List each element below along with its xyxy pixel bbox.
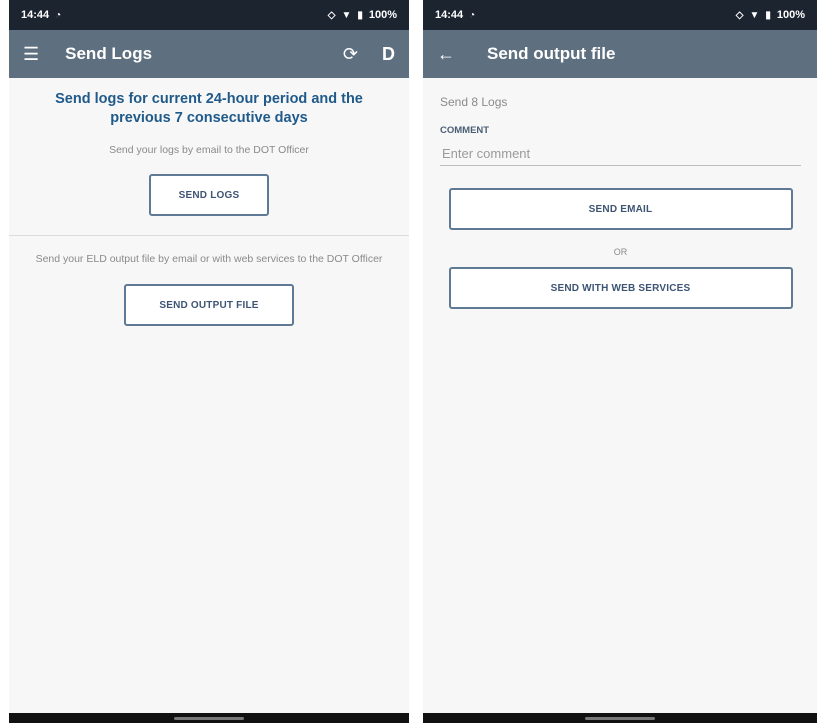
status-bar: 14:44 ◔ ◇ ▼ ▮ 100% [423,0,817,30]
wifi-icon: ▼ [749,9,760,21]
battery-level: 100% [776,9,805,21]
wifi-icon: ▼ [341,9,352,21]
send-output-description: Send your ELD output file by email or wi… [35,253,383,265]
back-arrow-icon[interactable]: ← [437,44,455,65]
profile-button[interactable]: D [382,44,395,65]
home-handle[interactable] [174,717,244,720]
section-divider [9,235,409,236]
status-time: 14:44 [21,9,50,21]
notification-icon: ◔ [469,9,476,21]
signal-icon: ◇ [735,9,744,21]
battery-level: 100% [368,9,397,21]
signal-icon: ◇ [327,9,336,21]
sync-icon[interactable]: ⟳ [343,44,358,65]
send-logs-button[interactable]: SEND LOGS [149,174,269,216]
status-bar: 14:44 ◔ ◇ ▼ ▮ 100% [9,0,409,30]
app-bar: ← Send output file [423,30,817,78]
or-separator: OR [613,247,628,257]
comment-label: COMMENT [440,125,490,136]
navigation-bar [423,713,817,723]
battery-icon: ▮ [765,9,771,21]
home-handle[interactable] [585,717,655,720]
battery-icon: ▮ [357,9,363,21]
send-logs-heading: Send logs for current 24-hour period and… [55,91,363,126]
page-title: Send output file [487,44,616,63]
page-title: Send Logs [65,44,153,63]
send-logs-description: Send your logs by email to the DOT Offic… [109,144,309,156]
send-email-button[interactable]: SEND EMAIL [448,188,793,230]
send-output-file-button[interactable]: SEND OUTPUT FILE [124,284,294,326]
comment-input[interactable] [440,142,801,166]
send-with-web-services-button[interactable]: SEND WITH WEB SERVICES [448,267,793,309]
app-bar: ☰ Send Logs ⟳ D [9,30,409,78]
navigation-bar [9,713,409,723]
send-output-file-screen: 14:44 ◔ ◇ ▼ ▮ 100% ← Send output file Se… [423,0,817,723]
logs-count-label: Send 8 Logs [440,95,508,109]
status-time: 14:44 [435,9,464,21]
menu-icon[interactable]: ☰ [23,44,39,65]
send-logs-screen: 14:44 ◔ ◇ ▼ ▮ 100% ☰ Send Logs ⟳ D Send … [9,0,409,723]
notification-icon: ◔ [55,9,62,21]
